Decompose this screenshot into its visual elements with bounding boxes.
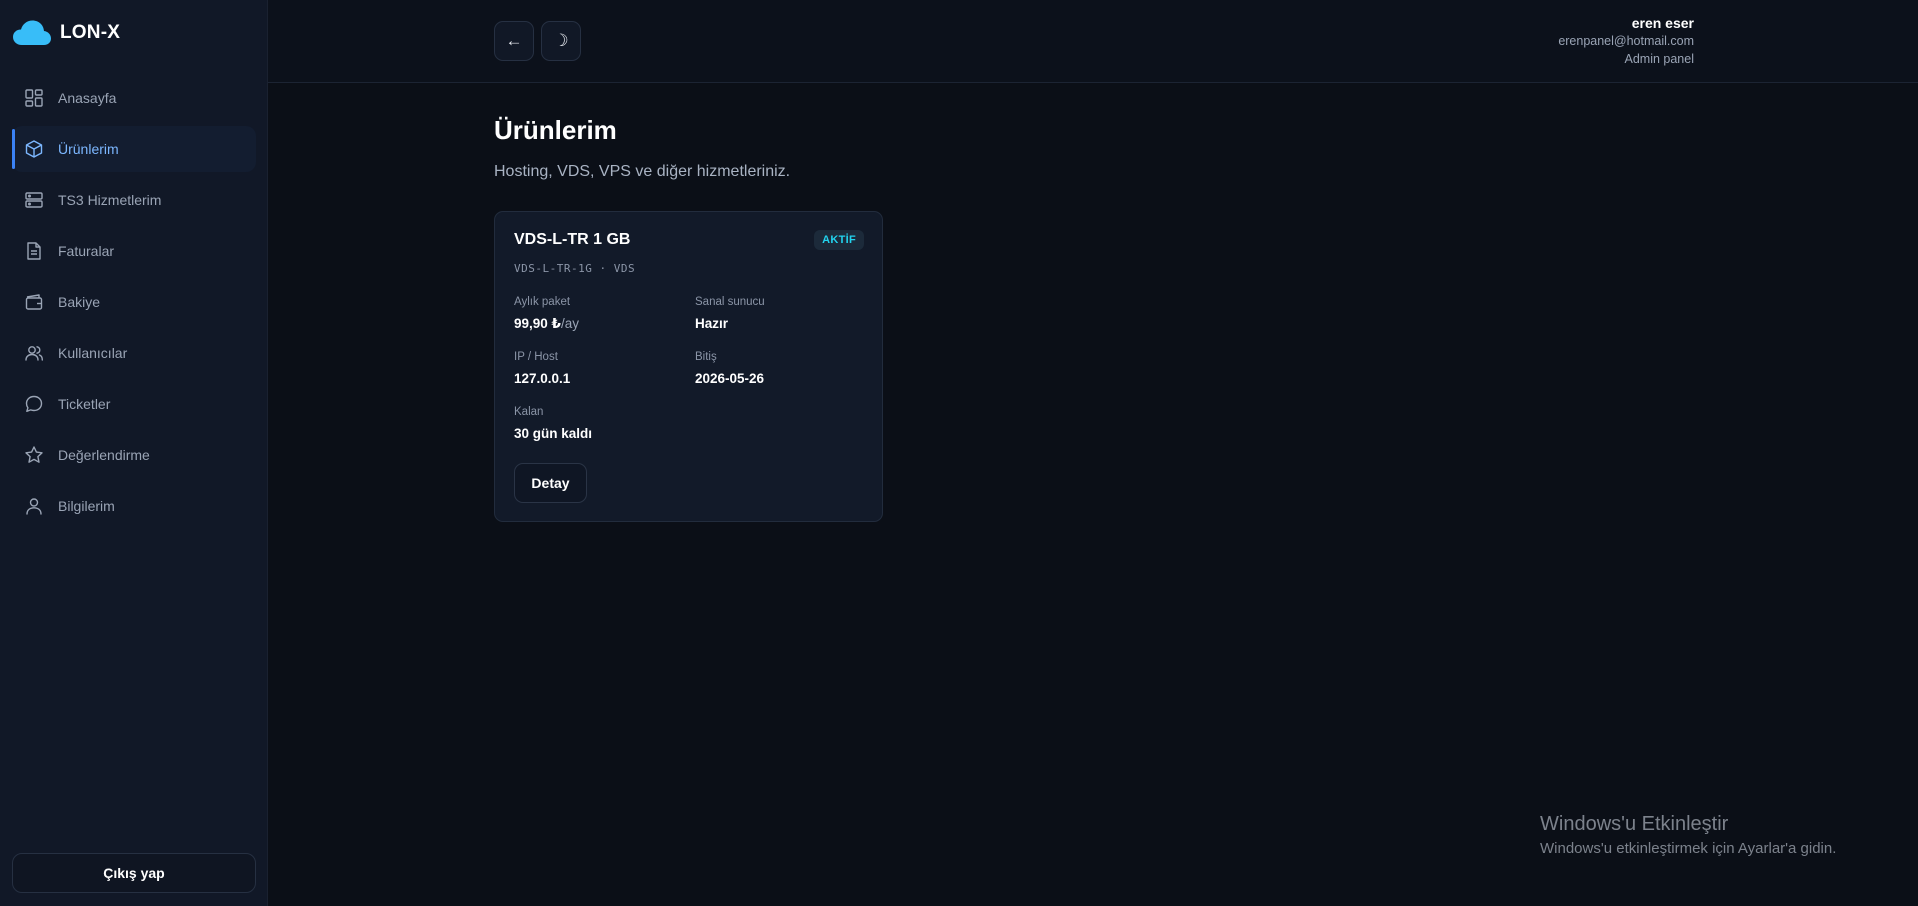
sidebar-item-urunlerim[interactable]: Ürünlerim	[12, 126, 256, 172]
logout-button[interactable]: Çıkış yap	[12, 853, 256, 893]
user-role: Admin panel	[1624, 52, 1695, 66]
field-label: Kalan	[514, 406, 544, 418]
virtual-server-field: Sanal sunucu Hazır	[695, 296, 765, 331]
user-email: erenpanel@hotmail.com	[1558, 34, 1694, 48]
box-icon	[24, 139, 44, 159]
product-name: VDS-L-TR 1 GB	[514, 231, 631, 248]
topbar: ← ☽ eren eser erenpanel@hotmail.com Admi…	[268, 0, 1918, 83]
brand[interactable]: LON-X	[12, 18, 120, 48]
page-title: Ürünlerim	[494, 115, 617, 145]
field-label: Aylık paket	[514, 296, 571, 308]
server-icon	[24, 190, 44, 210]
sidebar-item-faturalar[interactable]: Faturalar	[12, 228, 256, 274]
sidebar-item-label: Ticketler	[58, 396, 111, 412]
user-name: eren eser	[1631, 15, 1694, 31]
back-button[interactable]: ←	[494, 21, 534, 61]
sidebar-item-bilgilerim[interactable]: Bilgilerim	[12, 483, 256, 529]
field-label: Sanal sunucu	[695, 296, 765, 308]
windows-activation-watermark: Windows'u Etkinleştir Windows'u etkinleş…	[1540, 813, 1836, 857]
end-date-value: 2026-05-26	[695, 371, 765, 386]
users-icon	[24, 343, 44, 363]
product-card: VDS-L-TR 1 GB AKTİF VDS-L-TR-1G · VDS Ay…	[494, 211, 883, 522]
sidebar-item-anasayfa[interactable]: Anasayfa	[12, 75, 256, 121]
sidebar-item-ts3-hizmetlerim[interactable]: TS3 Hizmetlerim	[12, 177, 256, 223]
chat-bubble-icon	[24, 394, 44, 414]
sidebar-item-ticketler[interactable]: Ticketler	[12, 381, 256, 427]
dashboard-grid-icon	[24, 88, 44, 108]
sidebar-item-label: TS3 Hizmetlerim	[58, 192, 162, 208]
sidebar-item-label: Faturalar	[58, 243, 115, 259]
watermark-title: Windows'u Etkinleştir	[1540, 813, 1729, 835]
sidebar-item-label: Değerlendirme	[58, 447, 150, 463]
ip-host-field: IP / Host 127.0.0.1	[514, 351, 570, 386]
sidebar-item-label: Kullanıcılar	[58, 345, 128, 361]
field-label: Bitiş	[695, 351, 717, 363]
sidebar-item-label: Bakiye	[58, 294, 101, 310]
sidebar-nav: Anasayfa Ürünlerim TS3 Hizmetlerim Fatur…	[12, 75, 256, 534]
price-value: 99,90 ₺/ay	[514, 316, 579, 332]
sidebar-item-label: Bilgilerim	[58, 498, 115, 514]
remaining-value: 30 gün kaldı	[514, 426, 593, 441]
detail-button[interactable]: Detay	[514, 463, 587, 503]
end-date-field: Bitiş 2026-05-26	[695, 351, 764, 386]
server-status-value: Hazır	[695, 316, 729, 331]
price-unit: /ay	[560, 316, 579, 331]
sidebar: LON-X Anasayfa Ürünlerim TS3 Hizmetlerim	[0, 0, 268, 906]
status-badge: AKTİF	[814, 230, 864, 250]
brand-name: LON-X	[60, 22, 121, 43]
user-icon	[24, 496, 44, 516]
user-info[interactable]: eren eser erenpanel@hotmail.com Admin pa…	[1558, 14, 1694, 68]
sidebar-item-label: Anasayfa	[58, 90, 117, 106]
price-amount: 99,90 ₺	[514, 316, 561, 331]
theme-toggle-button[interactable]: ☽	[541, 21, 581, 61]
remaining-field: Kalan 30 gün kaldı	[514, 406, 592, 441]
monthly-package-field: Aylık paket 99,90 ₺/ay	[514, 296, 579, 332]
watermark-subtitle: Windows'u etkinleştirmek için Ayarlar'a …	[1540, 840, 1837, 857]
sidebar-item-degerlendirme[interactable]: Değerlendirme	[12, 432, 256, 478]
ip-value: 127.0.0.1	[514, 371, 571, 386]
cloud-icon	[13, 20, 51, 45]
sidebar-item-bakiye[interactable]: Bakiye	[12, 279, 256, 325]
field-label: IP / Host	[514, 351, 558, 363]
sidebar-item-kullanicilar[interactable]: Kullanıcılar	[12, 330, 256, 376]
wallet-icon	[24, 292, 44, 312]
star-icon	[24, 445, 44, 465]
page-subtitle: Hosting, VDS, VPS ve diğer hizmetleriniz…	[494, 163, 791, 180]
sidebar-item-label: Ürünlerim	[58, 141, 119, 157]
document-icon	[24, 241, 44, 261]
product-code: VDS-L-TR-1G · VDS	[514, 262, 636, 275]
